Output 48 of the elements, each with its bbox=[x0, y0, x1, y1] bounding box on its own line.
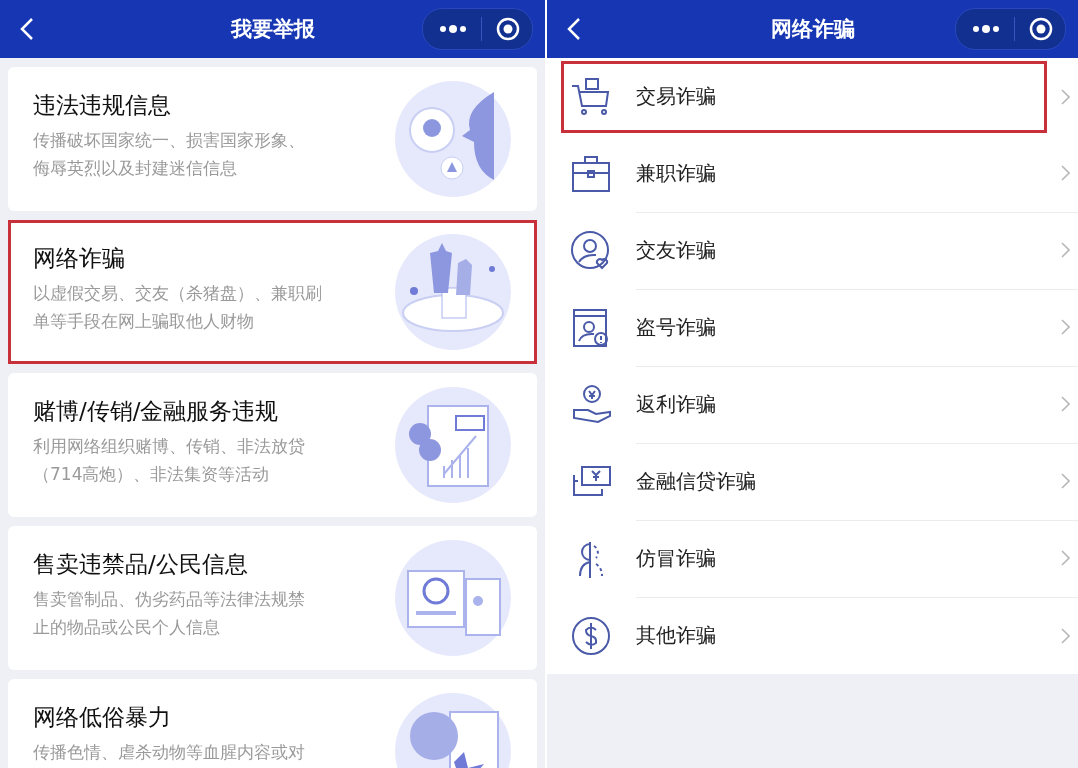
chevron-icon bbox=[1061, 88, 1070, 105]
card-title: 网络诈骗 bbox=[33, 244, 126, 273]
category-label: 盗号诈骗 bbox=[636, 313, 717, 341]
card-title: 赌博/传销/金融服务违规 bbox=[33, 397, 280, 426]
back-icon[interactable] bbox=[20, 17, 34, 41]
report-card[interactable]: 违法违规信息 传播破坏国家统一、损害国家形象、 侮辱英烈以及封建迷信信息 bbox=[8, 67, 537, 211]
more-icon[interactable] bbox=[439, 25, 467, 33]
chevron-icon bbox=[1061, 550, 1070, 566]
card-title: 违法违规信息 bbox=[33, 91, 172, 120]
card-description: 利用网络组织赌博、传销、非法放贷 （714高炮）、非法集资等活动 bbox=[33, 435, 306, 486]
category-row[interactable]: 兼职诈骗 bbox=[547, 135, 1078, 212]
more-icon[interactable] bbox=[972, 25, 1000, 33]
category-label: 交易诈骗 bbox=[636, 83, 717, 110]
category-label: 返利诈骗 bbox=[636, 390, 717, 418]
category-row[interactable]: 交友诈骗 bbox=[547, 212, 1078, 289]
chevron-icon bbox=[1061, 627, 1070, 644]
chevron-icon bbox=[1061, 165, 1070, 181]
card-description: 售卖管制品、伪劣药品等法律法规禁 止的物品或公民个人信息 bbox=[33, 588, 306, 639]
card-description: 传播色情、虐杀动物等血腥内容或对 bbox=[33, 741, 306, 764]
category-label: 仿冒诈骗 bbox=[636, 544, 717, 572]
hand-coin-icon bbox=[570, 383, 612, 426]
chevron-icon bbox=[1061, 473, 1070, 489]
card-title: 网络低俗暴力 bbox=[33, 703, 172, 732]
report-card[interactable]: 售卖违禁品/公民信息 售卖管制品、伪劣药品等法律法规禁 止的物品或公民个人信息 bbox=[8, 526, 537, 670]
category-label: 金融信贷诈骗 bbox=[636, 467, 757, 495]
category-label: 其他诈骗 bbox=[636, 622, 717, 649]
card-title: 售卖违禁品/公民信息 bbox=[33, 550, 249, 579]
category-label: 兼职诈骗 bbox=[636, 159, 717, 187]
card-description: 传播破坏国家统一、损害国家形象、 侮辱英烈以及封建迷信信息 bbox=[33, 129, 306, 180]
chevron-icon bbox=[1061, 396, 1070, 412]
dollar-icon bbox=[570, 614, 612, 657]
chevron-icon bbox=[1061, 242, 1070, 258]
category-row[interactable]: 返利诈骗 bbox=[547, 366, 1078, 443]
back-icon[interactable] bbox=[567, 17, 581, 41]
report-card[interactable]: 网络低俗暴力 传播色情、虐杀动物等血腥内容或对 bbox=[8, 679, 537, 768]
category-label: 交友诈骗 bbox=[636, 236, 717, 264]
cart-icon bbox=[570, 75, 612, 118]
page-title: 我要举报 bbox=[230, 16, 315, 43]
card-description: 以虚假交易、交友（杀猪盘）、兼职刷 单等手段在网上骗取他人财物 bbox=[33, 282, 323, 333]
category-row[interactable]: 金融信贷诈骗 bbox=[547, 443, 1078, 520]
page-title: 网络诈骗 bbox=[770, 16, 855, 43]
report-card[interactable]: 赌博/传销/金融服务违规 利用网络组织赌博、传销、非法放贷 （714高炮）、非法集资等活动 bbox=[8, 373, 537, 517]
category-row[interactable]: 仿冒诈骗 bbox=[547, 520, 1078, 597]
report-card[interactable]: 网络诈骗 以虚假交易、交友（杀猪盘）、兼职刷 单等手段在网上骗取他人财物 bbox=[8, 220, 537, 364]
category-row[interactable]: 其他诈骗 bbox=[547, 597, 1078, 674]
chevron-icon bbox=[1061, 319, 1070, 335]
category-row[interactable]: 交易诈骗 bbox=[547, 58, 1078, 135]
category-row[interactable]: 盗号诈骗 bbox=[547, 289, 1078, 366]
